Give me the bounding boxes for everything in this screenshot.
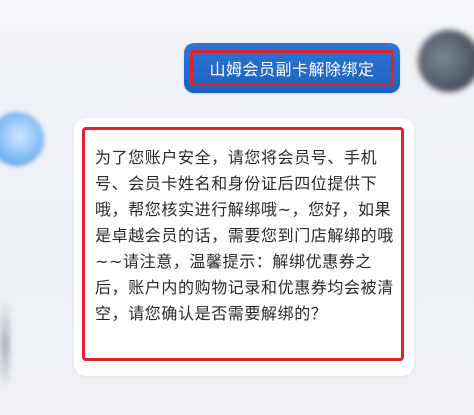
top-fade: [0, 0, 474, 36]
bot-message-text: 为了您账户安全，请您将会员号、手机号、会员卡姓名和身份证后四位提供下哦，帮您核实…: [95, 148, 394, 323]
highlight-box: 为了您账户安全，请您将会员号、手机号、会员卡姓名和身份证后四位提供下哦，帮您核实…: [82, 127, 404, 361]
bottom-fade: [0, 375, 474, 415]
user-message-text: 山姆会员副卡解除绑定: [209, 60, 375, 79]
highlight-box: 山姆会员副卡解除绑定: [190, 50, 394, 86]
user-message-bubble[interactable]: 山姆会员副卡解除绑定: [184, 43, 400, 93]
user-avatar[interactable]: [418, 30, 474, 92]
bot-avatar[interactable]: [0, 112, 44, 166]
chat-screen: 山姆会员副卡解除绑定 为了您账户安全，请您将会员号、手机号、会员卡姓名和身份证后…: [0, 0, 474, 415]
bot-message-bubble[interactable]: 为了您账户安全，请您将会员号、手机号、会员卡姓名和身份证后四位提供下哦，帮您核实…: [74, 118, 414, 376]
